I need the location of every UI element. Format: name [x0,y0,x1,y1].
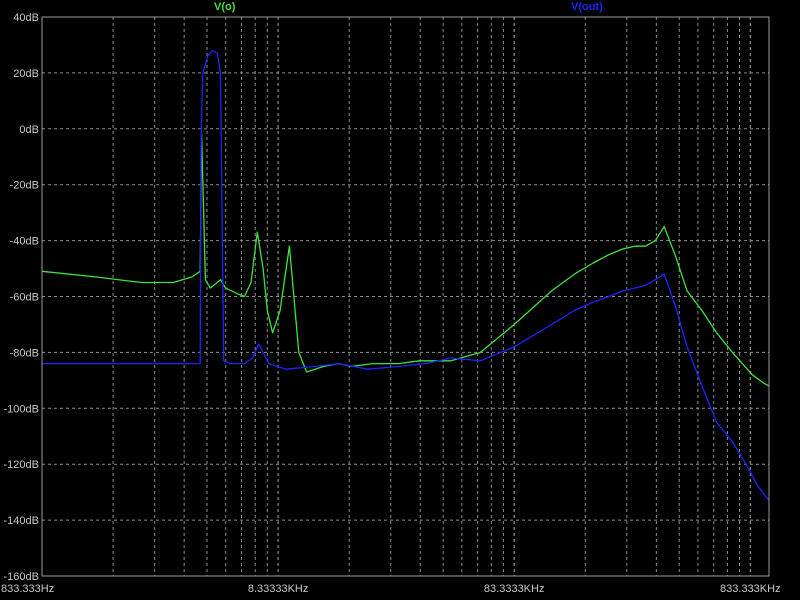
y-tick-label: -100dB [4,403,39,415]
y-tick-label: 40dB [13,12,39,24]
y-tick-label: -120dB [4,459,39,471]
y-tick-label: 20dB [13,68,39,80]
x-tick-label: 833.333Hz [1,583,54,595]
plot-area-background [0,0,800,600]
x-tick-label: 8.33333KHz [248,583,309,595]
x-tick-label: 833.333KHz [720,583,781,595]
y-tick-label: 0dB [19,124,39,136]
spectrum-plot: 40dB 20dB 0dB -20dB -40dB -60dB -80dB -100dB -12… [0,0,800,600]
x-tick-label: 83.3333KHz [484,583,545,595]
legend-v-o: V(o) [214,1,236,13]
y-tick-label: -140dB [4,515,39,527]
y-tick-label: -160dB [4,571,39,583]
legend-v-out: V(out) [571,1,603,13]
y-tick-label: -80dB [10,347,39,359]
y-tick-label: -60dB [10,292,39,304]
y-tick-label: -20dB [10,180,39,192]
y-tick-label: -40dB [10,236,39,248]
